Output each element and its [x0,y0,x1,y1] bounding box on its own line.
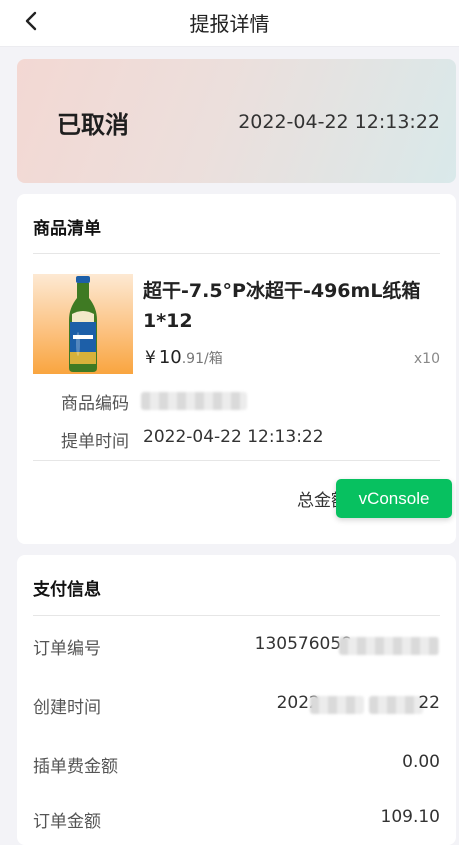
goods-section-title: 商品清单 [33,219,101,239]
status-time: 2022-04-22 12:13:22 [238,111,440,133]
order-number-label: 订单编号 [33,639,101,659]
order-amount-value: 109.10 [380,807,440,827]
product-image [33,274,133,374]
surcharge-label: 插单费金额 [33,757,118,777]
product-quantity: x10 [413,351,440,367]
nav-header: 提报详情 [0,0,459,47]
price-unit: /箱 [204,351,223,367]
payment-section-title: 支付信息 [33,580,101,600]
price-decimal: .91 [181,351,204,367]
divider [33,615,440,616]
price-integer: 10 [158,347,182,368]
status-card: 已取消 2022-04-22 12:13:22 [17,59,456,183]
submit-time-value: 2022-04-22 12:13:22 [143,427,324,447]
page-title: 提报详情 [189,12,270,36]
product-code-label: 商品编码 [61,394,129,414]
submit-time-label: 提单时间 [61,432,129,452]
currency-symbol: ¥ [145,348,156,368]
vconsole-button[interactable]: vConsole [336,479,452,518]
order-status: 已取消 [57,111,129,139]
product-name: 超干-7.5°P冰超干-496mL纸箱1*12 [143,280,421,332]
divider [33,253,440,254]
create-time-redacted [369,696,423,714]
payment-info-card: 支付信息 订单编号 130576058 创建时间 2022- 22 插单费金额 … [17,555,456,845]
create-time-suffix: 22 [418,693,440,713]
product-price: ¥10.91/箱 [145,347,223,368]
surcharge-value: 0.00 [402,752,440,772]
order-number-redacted [339,637,439,655]
order-amount-label: 订单金额 [33,812,101,832]
create-time-redacted [310,696,364,714]
divider [33,460,440,461]
create-time-label: 创建时间 [33,698,101,718]
order-number-value: 130576058 [254,634,352,654]
product-code-redacted [141,392,247,410]
